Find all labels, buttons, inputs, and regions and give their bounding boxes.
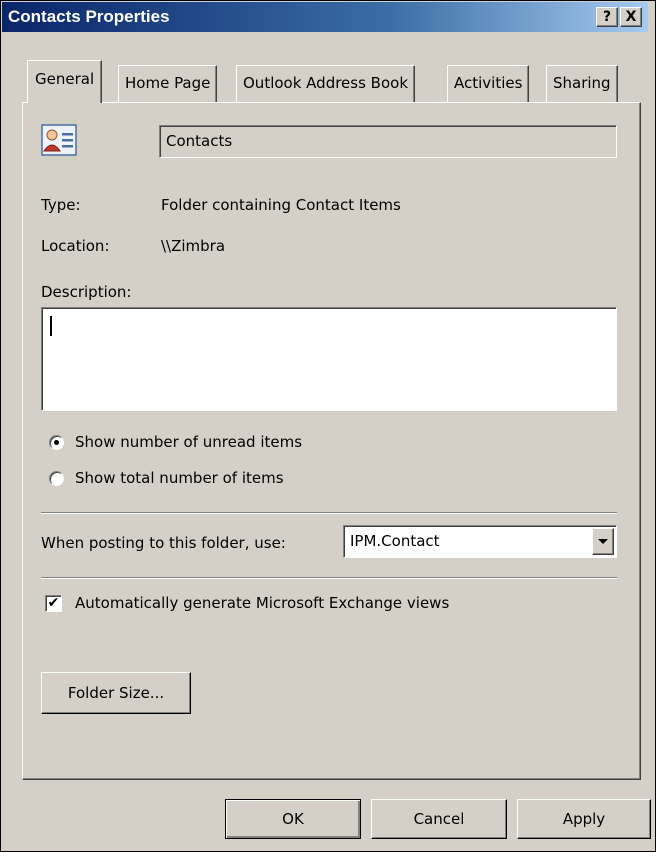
radio-total-items[interactable] [49,471,64,486]
close-button[interactable]: X [620,7,642,27]
location-value: \\Zimbra [161,237,226,255]
folder-size-button[interactable]: Folder Size... [41,672,191,714]
location-label: Location: [41,237,110,255]
window-title: Contacts Properties [8,7,170,26]
properties-dialog: Contacts Properties ? X General Home Pag… [0,0,656,852]
radio-selected-dot [54,440,59,445]
chevron-down-icon[interactable] [592,528,614,555]
description-label: Description: [41,283,132,301]
posting-label: When posting to this folder, use: [41,534,286,552]
contacts-card-icon [41,123,77,157]
type-label: Type: [41,196,81,214]
form-select[interactable]: IPM.Contact [343,525,617,558]
tab-sharing[interactable]: Sharing [546,65,618,103]
tab-general[interactable]: General [27,60,103,103]
radio-unread-label[interactable]: Show number of unread items [75,433,302,451]
ok-button[interactable]: OK [225,799,361,839]
title-bar[interactable]: Contacts Properties ? X [2,2,648,32]
radio-unread-items[interactable] [49,435,64,450]
help-button[interactable]: ? [596,7,618,27]
form-select-value: IPM.Contact [350,532,440,550]
auto-generate-label[interactable]: Automatically generate Microsoft Exchang… [75,594,449,612]
auto-generate-checkbox[interactable]: ✔ [45,595,62,612]
folder-name-field[interactable]: Contacts [159,125,617,158]
radio-total-label[interactable]: Show total number of items [75,469,284,487]
separator [41,512,617,514]
type-value: Folder containing Contact Items [161,196,401,214]
tab-activities[interactable]: Activities [447,65,530,103]
tab-outlook-address-book[interactable]: Outlook Address Book [236,65,416,103]
description-textarea[interactable] [41,307,617,411]
tab-home-page[interactable]: Home Page [118,65,218,103]
apply-button[interactable]: Apply [517,799,651,839]
text-caret [50,316,52,336]
separator [41,577,617,579]
cancel-button[interactable]: Cancel [371,799,507,839]
